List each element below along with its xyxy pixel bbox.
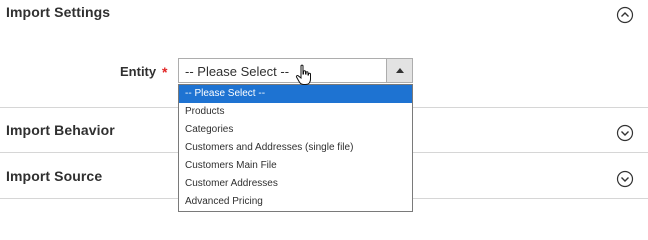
dropdown-option-advanced-pricing[interactable]: Advanced Pricing [179,193,412,211]
dropdown-option-categories[interactable]: Categories [179,121,412,139]
dropdown-option-customers-and-addresses[interactable]: Customers and Addresses (single file) [179,139,412,157]
triangle-up-icon [396,68,404,73]
import-source-title[interactable]: Import Source [6,168,102,184]
import-settings-title[interactable]: Import Settings [6,4,110,20]
dropdown-option-customers-main-file[interactable]: Customers Main File [179,157,412,175]
hand-cursor-icon [295,64,313,86]
chevron-down-circle-icon[interactable] [616,124,634,142]
chevron-up-circle-icon[interactable] [616,6,634,24]
entity-select-value: -- Please Select -- [185,64,290,79]
entity-label: Entity [120,64,157,79]
import-behavior-title[interactable]: Import Behavior [6,122,115,138]
select-arrow-button[interactable] [386,59,412,82]
entity-dropdown-list: -- Please Select -- Products Categories … [178,84,413,212]
dropdown-option-customer-addresses[interactable]: Customer Addresses [179,175,412,193]
chevron-down-circle-icon[interactable] [616,170,634,188]
dropdown-option-please-select[interactable]: -- Please Select -- [179,85,412,103]
required-marker: * [162,64,168,80]
dropdown-option-products[interactable]: Products [179,103,412,121]
